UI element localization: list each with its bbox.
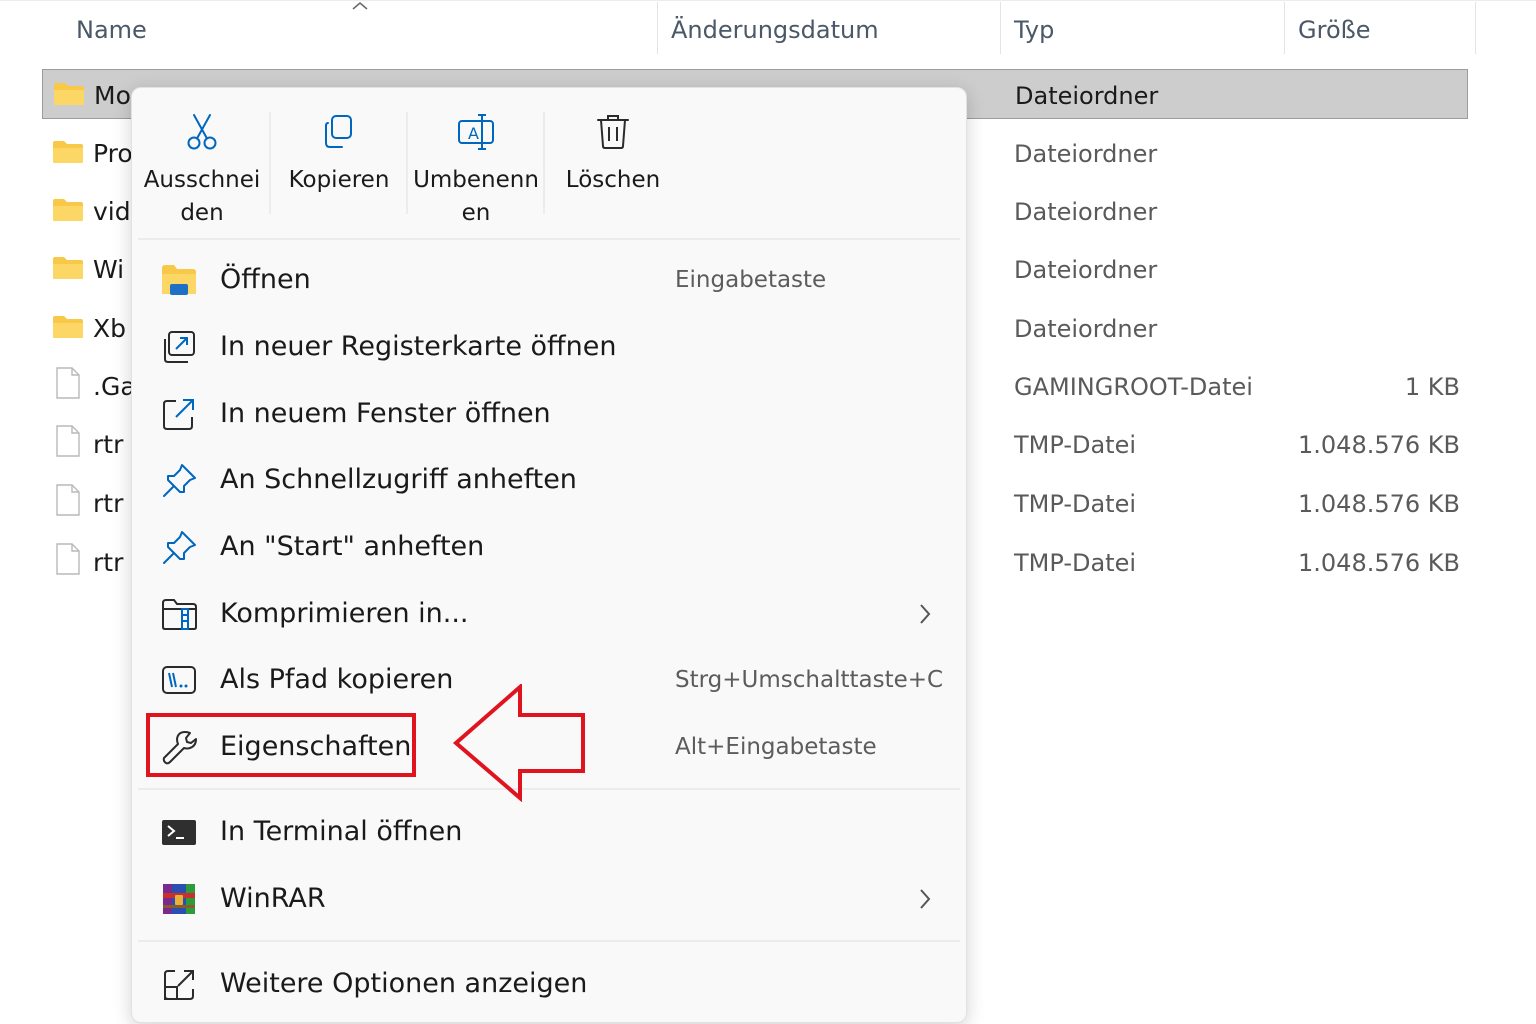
column-size[interactable]: Größe — [1298, 0, 1371, 56]
menu-item-label: Öffnen — [220, 264, 311, 295]
menu-item-label: WinRAR — [220, 883, 326, 914]
menu-item-label: In neuer Registerkarte öffnen — [220, 331, 617, 362]
file-name: Xb — [93, 314, 126, 343]
pin-icon — [163, 464, 196, 497]
menu-item-label: Als Pfad kopieren — [220, 664, 454, 695]
file-icon — [56, 543, 80, 575]
rename-button[interactable]: A Umbenenn en — [408, 100, 544, 230]
column-divider[interactable] — [1284, 2, 1285, 54]
more-options-icon — [164, 970, 194, 1000]
highlight-box — [146, 713, 416, 777]
rename-icon: A — [458, 114, 494, 150]
file-name: Wi — [93, 255, 125, 284]
sort-ascending-icon — [352, 1, 368, 10]
menu-item-shortcut: Eingabetaste — [675, 267, 827, 293]
menu-item-shortcut: Alt+Eingabetaste — [675, 734, 877, 760]
column-divider[interactable] — [1000, 2, 1001, 54]
file-size: 1.048.576 KB — [1298, 490, 1460, 518]
file-type: Dateiordner — [1014, 198, 1158, 226]
file-type: Dateiordner — [1014, 256, 1158, 284]
column-divider[interactable] — [1475, 2, 1476, 54]
rename-label: Umbenenn en — [413, 167, 539, 226]
winrar-icon — [163, 884, 195, 914]
file-type: GAMINGROOT-Datei — [1014, 373, 1253, 401]
menu-item-open[interactable]: Öffnen Eingabetaste — [140, 250, 960, 310]
file-name: vid — [93, 197, 131, 226]
delete-button[interactable]: Löschen — [545, 100, 681, 230]
open-folder-icon — [162, 265, 196, 295]
file-name: rtr — [93, 489, 124, 518]
copy-icon — [325, 115, 352, 148]
folder-icon — [53, 199, 83, 221]
copy-button[interactable]: Kopieren — [271, 100, 407, 230]
file-icon — [56, 425, 80, 457]
menu-item-label: An Schnellzugriff anheften — [220, 464, 577, 495]
menu-item-shortcut: Strg+Umschalttaste+C — [675, 667, 944, 693]
menu-item-label: An "Start" anheften — [220, 531, 485, 562]
context-menu: Ausschnei den Kopieren A Umbenenn en Lös… — [131, 87, 967, 1023]
column-divider[interactable] — [657, 2, 658, 54]
file-type: TMP-Datei — [1014, 549, 1137, 577]
folder-icon — [53, 141, 83, 163]
file-icon — [56, 484, 80, 516]
chevron-right-icon — [920, 604, 931, 624]
menu-item-open-new-window[interactable]: In neuem Fenster öffnen — [140, 384, 960, 444]
column-header: Name Änderungsdatum Typ Größe — [0, 0, 1536, 62]
folder-icon — [54, 83, 84, 105]
menu-item-open-terminal[interactable]: In Terminal öffnen — [140, 802, 960, 862]
context-menu-toolbar: Ausschnei den Kopieren A Umbenenn en Lös… — [132, 88, 968, 238]
copy-path-icon — [162, 666, 196, 694]
menu-item-label: Komprimieren in... — [220, 598, 469, 629]
cut-label: Ausschnei den — [143, 167, 261, 226]
trash-icon — [597, 115, 629, 149]
menu-divider — [138, 940, 960, 942]
column-name[interactable]: Name — [76, 0, 147, 56]
menu-item-label: Weitere Optionen anzeigen — [220, 968, 588, 999]
new-window-icon — [163, 399, 194, 430]
delete-label: Löschen — [565, 167, 661, 193]
file-name: .Ga — [93, 372, 136, 401]
menu-item-pin-quick-access[interactable]: An Schnellzugriff anheften — [140, 450, 960, 510]
folder-icon — [53, 316, 83, 338]
file-type: Dateiordner — [1014, 140, 1158, 168]
file-name: rtr — [93, 430, 124, 459]
copy-label: Kopieren — [288, 167, 390, 193]
menu-item-compress[interactable]: Komprimieren in... — [140, 584, 960, 644]
scissors-icon — [187, 114, 217, 150]
terminal-icon — [162, 820, 196, 845]
menu-item-winrar[interactable]: WinRAR — [140, 869, 960, 929]
menu-item-label: In neuem Fenster öffnen — [220, 398, 551, 429]
file-name: Pro — [93, 139, 133, 168]
column-type[interactable]: Typ — [1014, 0, 1054, 56]
cut-button[interactable]: Ausschnei den — [134, 100, 270, 230]
new-tab-icon — [164, 331, 195, 363]
file-type: TMP-Datei — [1014, 490, 1137, 518]
file-name: rtr — [93, 548, 124, 577]
file-name: Mo — [94, 81, 131, 110]
file-size: 1.048.576 KB — [1298, 549, 1460, 577]
folder-icon — [53, 257, 83, 279]
file-type: Dateiordner — [1014, 315, 1158, 343]
column-modified[interactable]: Änderungsdatum — [671, 0, 879, 56]
svg-text:A: A — [468, 124, 479, 143]
file-size: 1 KB — [1404, 373, 1460, 401]
compress-icon — [162, 599, 197, 630]
pin-icon — [163, 531, 196, 564]
menu-item-pin-start[interactable]: An "Start" anheften — [140, 517, 960, 577]
file-type: Dateiordner — [1015, 82, 1159, 110]
menu-item-label: In Terminal öffnen — [220, 816, 463, 847]
menu-item-open-new-tab[interactable]: In neuer Registerkarte öffnen — [140, 317, 960, 377]
file-type: TMP-Datei — [1014, 431, 1137, 459]
menu-divider — [138, 238, 960, 240]
file-icon — [56, 367, 80, 399]
pointer-arrow-icon — [452, 684, 585, 802]
chevron-right-icon — [920, 889, 931, 909]
menu-item-more-options[interactable]: Weitere Optionen anzeigen — [140, 954, 960, 1014]
file-size: 1.048.576 KB — [1298, 431, 1460, 459]
